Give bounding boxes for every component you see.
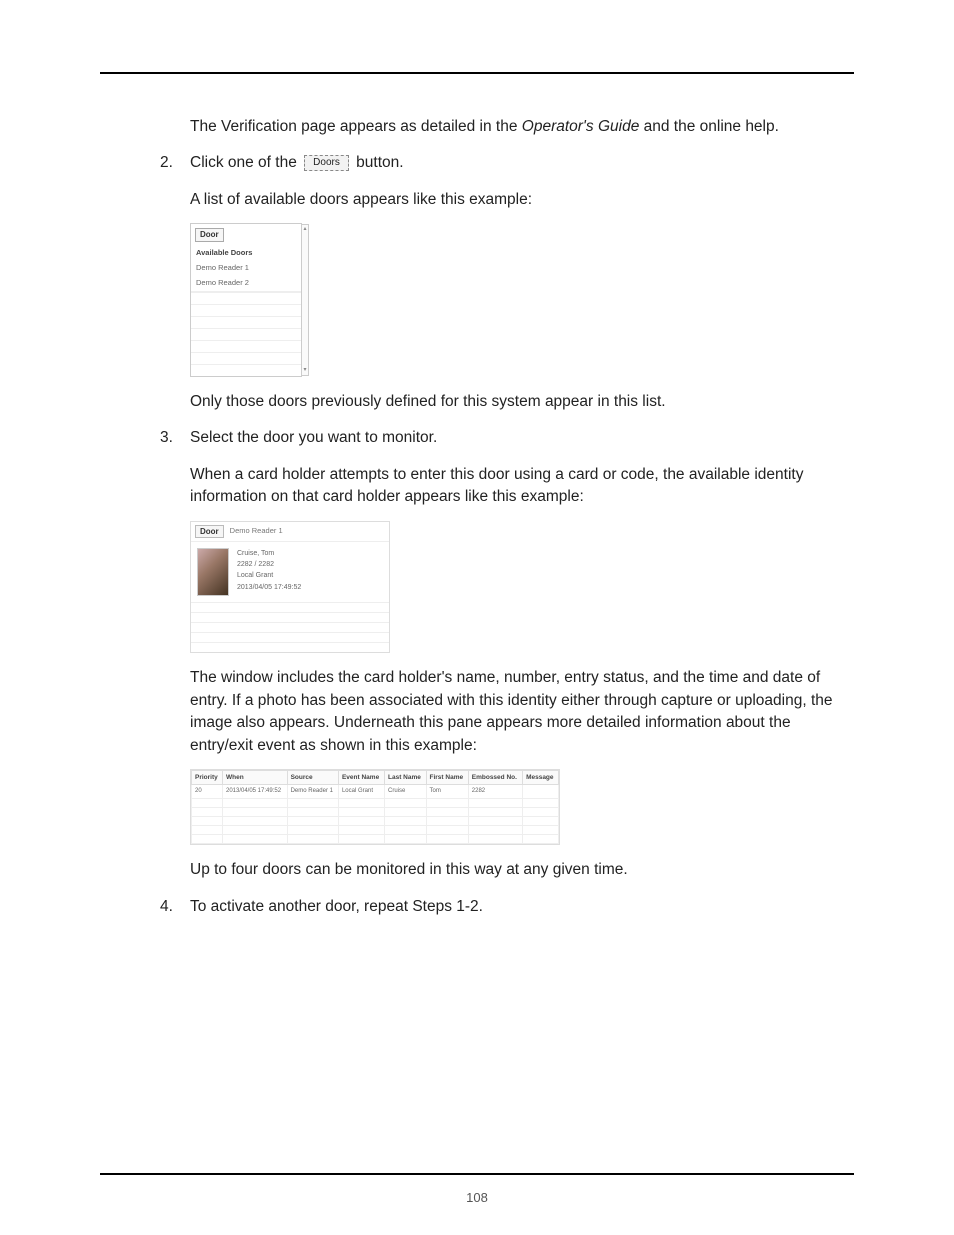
cardholder-status: Local Grant — [237, 570, 301, 581]
window-includes-text: The window includes the card holder's na… — [190, 667, 854, 757]
col-embossed: Embossed No. — [468, 770, 522, 784]
up-to-four-text: Up to four doors can be monitored in thi… — [190, 859, 854, 881]
doors-button-inline[interactable]: Doors — [304, 155, 349, 171]
only-doors-text: Only those doors previously defined for … — [190, 391, 854, 413]
step-3-after: When a card holder attempts to enter thi… — [190, 464, 854, 509]
table-row: 20 2013/04/05 17:49:52 Demo Reader 1 Loc… — [192, 785, 559, 799]
intro-span: The Verification page appears as detaile… — [190, 118, 779, 135]
step-4-number: 4. — [160, 896, 190, 918]
door-button[interactable]: Door — [195, 525, 224, 539]
door-dropdown-button[interactable]: Door — [195, 228, 224, 242]
step-3-number: 3. — [160, 427, 190, 449]
intro-text: The Verification page appears as detaile… — [190, 116, 854, 138]
step-2-text-b: button. — [352, 154, 404, 171]
page-number: 108 — [0, 1190, 954, 1205]
cardholder-name: Cruise, Tom — [237, 548, 301, 559]
cardholder-photo — [197, 548, 229, 596]
scrollbar[interactable]: ▴▾ — [301, 224, 309, 375]
step-2-after: A list of available doors appears like t… — [190, 189, 854, 211]
door-list-item[interactable]: Demo Reader 2 — [191, 276, 301, 291]
available-doors-header: Available Doors — [191, 246, 301, 261]
figure-available-doors: Door Available Doors Demo Reader 1 Demo … — [190, 223, 302, 376]
step-2: 2. Click one of the Doors button. — [160, 152, 854, 174]
col-message: Message — [523, 770, 559, 784]
step-4-text: To activate another door, repeat Steps 1… — [190, 896, 854, 918]
figure-identity-pane: Door Demo Reader 1 Cruise, Tom 2282 / 22… — [190, 521, 390, 654]
step-2-text-a: Click one of the — [190, 154, 301, 171]
cardholder-card: 2282 / 2282 — [237, 559, 301, 570]
col-lastname: Last Name — [385, 770, 427, 784]
step-2-number: 2. — [160, 152, 190, 174]
col-priority: Priority — [192, 770, 223, 784]
cardholder-time: 2013/04/05 17:49:52 — [237, 582, 301, 593]
door-list-item[interactable]: Demo Reader 1 — [191, 261, 301, 276]
step-4: 4. To activate another door, repeat Step… — [160, 896, 854, 918]
reader-label: Demo Reader 1 — [230, 526, 283, 537]
col-firstname: First Name — [426, 770, 468, 784]
col-source: Source — [287, 770, 338, 784]
step-3: 3. Select the door you want to monitor. — [160, 427, 854, 449]
col-event: Event Name — [338, 770, 384, 784]
col-when: When — [222, 770, 287, 784]
figure-event-table: Priority When Source Event Name Last Nam… — [190, 769, 560, 845]
step-3-text: Select the door you want to monitor. — [190, 427, 854, 449]
